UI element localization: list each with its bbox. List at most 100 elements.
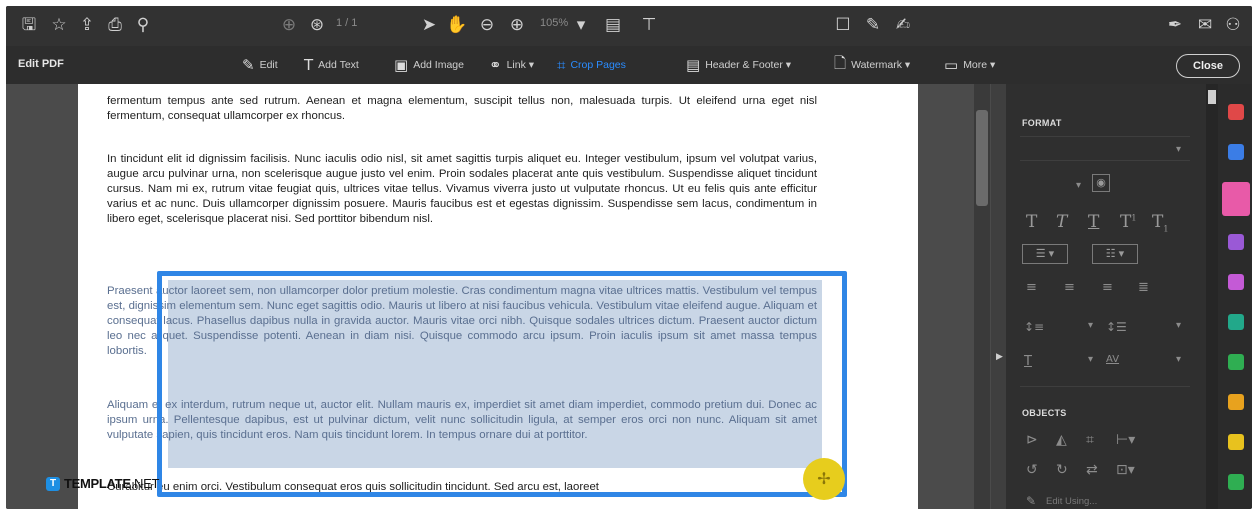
fill-sign-icon[interactable]: ✒ [1164, 14, 1186, 36]
protect-icon[interactable] [1228, 394, 1244, 410]
collapse-panel-icon[interactable]: ▶ [996, 352, 1003, 362]
text-color-swatch[interactable]: ◉ [1092, 174, 1110, 192]
hand-tool-icon[interactable]: ✋ [446, 14, 468, 36]
presentation-icon[interactable]: ⊤ [638, 14, 660, 36]
page-display-icon[interactable]: ▤ [602, 14, 624, 36]
select-cursor-icon[interactable]: ➤ [418, 14, 440, 36]
move-handle-icon[interactable]: ✢ [803, 458, 845, 500]
mail-icon[interactable]: ✉ [1194, 14, 1216, 36]
close-button[interactable]: Close [1176, 54, 1240, 78]
objects-heading: OBJECTS [1022, 408, 1067, 418]
add-image-button[interactable]: ▣ Add Image [394, 55, 464, 75]
flip-vertical-icon[interactable]: ◭ [1056, 432, 1067, 448]
text-box-selection-frame[interactable] [157, 271, 847, 497]
line-spacing-icon[interactable]: ↕≡ [1024, 320, 1044, 334]
edit-using-label[interactable]: Edit Using... [1046, 496, 1097, 507]
text-italic-icon[interactable]: T [1056, 212, 1067, 232]
pen-icon[interactable]: ✎ [862, 14, 884, 36]
more-button[interactable]: ▭ More ▾ [944, 55, 995, 75]
rotate-right-icon[interactable]: ↻ [1056, 462, 1068, 478]
align-objects-icon[interactable]: ⊡▾ [1116, 462, 1135, 478]
page-indicator[interactable]: 1 / 1 [336, 17, 357, 29]
panel-scroll-up-icon[interactable] [1208, 90, 1216, 104]
edit-tool-button[interactable]: ✎ Edit [242, 55, 278, 75]
combine-files-icon[interactable] [1228, 274, 1244, 290]
add-text-label: Add Text [318, 59, 359, 71]
zoom-in-icon[interactable]: ⊕ [506, 14, 528, 36]
add-image-label: Add Image [413, 59, 464, 71]
share-icon[interactable]: ⇪ [76, 14, 98, 36]
comment-icon[interactable]: ☐ [832, 14, 854, 36]
text-underline-icon[interactable]: T [1088, 212, 1099, 232]
numbered-list-icon[interactable]: ☷ ▾ [1092, 244, 1138, 264]
link-label: Link ▾ [506, 59, 535, 71]
edit-tool-label: Edit [259, 59, 278, 71]
character-spacing-dropdown-icon[interactable]: ▾ [1176, 354, 1181, 365]
watermark-button[interactable]: 🗋 Watermark ▾ [834, 53, 911, 75]
horizontal-scaling-icon[interactable]: T [1024, 354, 1032, 369]
text-bold-icon[interactable]: T [1026, 212, 1037, 232]
divider [1020, 386, 1190, 387]
top-toolbar: 🖫 ☆ ⇪ ⎙ ⚲ ⊕ ⊛ 1 / 1 ➤ ✋ ⊖ ⊕ 105% ▾ ▤ ⊤ ☐… [6, 6, 1252, 46]
header-footer-label: Header & Footer ▾ [705, 59, 791, 71]
template-net-logo: T TEMPLATE.NET [46, 476, 159, 491]
paragraph-1[interactable]: fermentum tempus ante sed rutrum. Aenean… [107, 94, 817, 124]
flip-horizontal-icon[interactable]: ⊳ [1026, 432, 1038, 448]
add-text-button[interactable]: T Add Text [304, 55, 359, 75]
zoom-level[interactable]: 105% [540, 17, 568, 29]
save-icon[interactable]: 🖫 [18, 14, 40, 36]
font-dropdown-icon[interactable]: ▾ [1176, 144, 1181, 155]
more-tools-icon[interactable] [1228, 474, 1244, 490]
page-up-icon[interactable]: ⊕ [278, 14, 300, 36]
superscript-icon[interactable]: T1 [1120, 212, 1136, 232]
bullet-list-icon[interactable]: ☰ ▾ [1022, 244, 1068, 264]
search-icon[interactable]: ⚲ [132, 14, 154, 36]
replace-image-icon[interactable]: ⇄ [1086, 462, 1098, 478]
format-heading: FORMAT [1022, 118, 1062, 128]
print-icon[interactable]: ⎙ [104, 14, 126, 36]
document-scrollbar-thumb[interactable] [976, 110, 988, 206]
rotate-left-icon[interactable]: ↺ [1026, 462, 1038, 478]
fill-sign-tool-icon[interactable] [1228, 434, 1244, 450]
edit-using-icon[interactable]: ✎ [1026, 494, 1036, 508]
crop-pages-button[interactable]: ⌗ Crop Pages [557, 55, 626, 75]
zoom-dropdown-icon[interactable]: ▾ [570, 14, 592, 36]
character-spacing-icon[interactable]: AV [1106, 354, 1119, 365]
edit-pdf-icon[interactable] [1222, 182, 1250, 216]
subscript-icon[interactable]: T1 [1152, 212, 1168, 233]
logo-badge-icon: T [46, 476, 60, 491]
crop-image-icon[interactable]: ⌗ [1086, 432, 1094, 448]
paragraph-spacing-dropdown-icon[interactable]: ▾ [1176, 320, 1181, 331]
scaling-dropdown-icon[interactable]: ▾ [1088, 354, 1093, 365]
more-label: More ▾ [963, 59, 996, 71]
arrange-objects-icon[interactable]: ⊢▾ [1116, 432, 1135, 448]
header-footer-button[interactable]: ▤ Header & Footer ▾ [686, 55, 791, 75]
divider [1020, 136, 1190, 137]
sign-icon[interactable]: ✍ [892, 14, 914, 36]
comment-tool-icon[interactable] [1228, 234, 1244, 250]
organize-pages-icon[interactable] [1228, 314, 1244, 330]
paragraph-2[interactable]: In tincidunt elit id dignissim facilisis… [107, 152, 817, 227]
share-user-icon[interactable]: ⚇ [1222, 14, 1244, 36]
export-pdf-icon[interactable] [1228, 104, 1244, 120]
watermark-label: Watermark ▾ [851, 59, 911, 71]
align-center-icon[interactable]: ≡ [1064, 280, 1075, 295]
zoom-out-icon[interactable]: ⊖ [476, 14, 498, 36]
page-down-icon[interactable]: ⊛ [306, 14, 328, 36]
scan-ocr-icon[interactable] [1228, 354, 1244, 370]
align-right-icon[interactable]: ≡ [1102, 280, 1113, 295]
create-pdf-icon[interactable] [1228, 144, 1244, 160]
star-icon[interactable]: ☆ [48, 14, 70, 36]
line-spacing-dropdown-icon[interactable]: ▾ [1088, 320, 1093, 331]
link-button[interactable]: ⚭ Link ▾ [489, 55, 534, 75]
paragraph-spacing-icon[interactable]: ↕☰ [1106, 320, 1127, 334]
panel-scrollbar[interactable] [1206, 84, 1218, 509]
watermark-icon: 🗋 [834, 53, 847, 72]
crop-pages-label: Crop Pages [570, 59, 626, 71]
format-panel: FORMAT ▾ ▾ ◉ T T T T1 T1 ☰ ▾ ☷ ▾ ≡ ≡ ≡ ≣… [1006, 84, 1206, 509]
justify-icon[interactable]: ≣ [1138, 280, 1149, 295]
divider [1020, 160, 1190, 161]
more-icon: ▭ [944, 56, 959, 74]
font-size-dropdown-icon[interactable]: ▾ [1076, 180, 1081, 191]
align-left-icon[interactable]: ≡ [1026, 280, 1037, 295]
